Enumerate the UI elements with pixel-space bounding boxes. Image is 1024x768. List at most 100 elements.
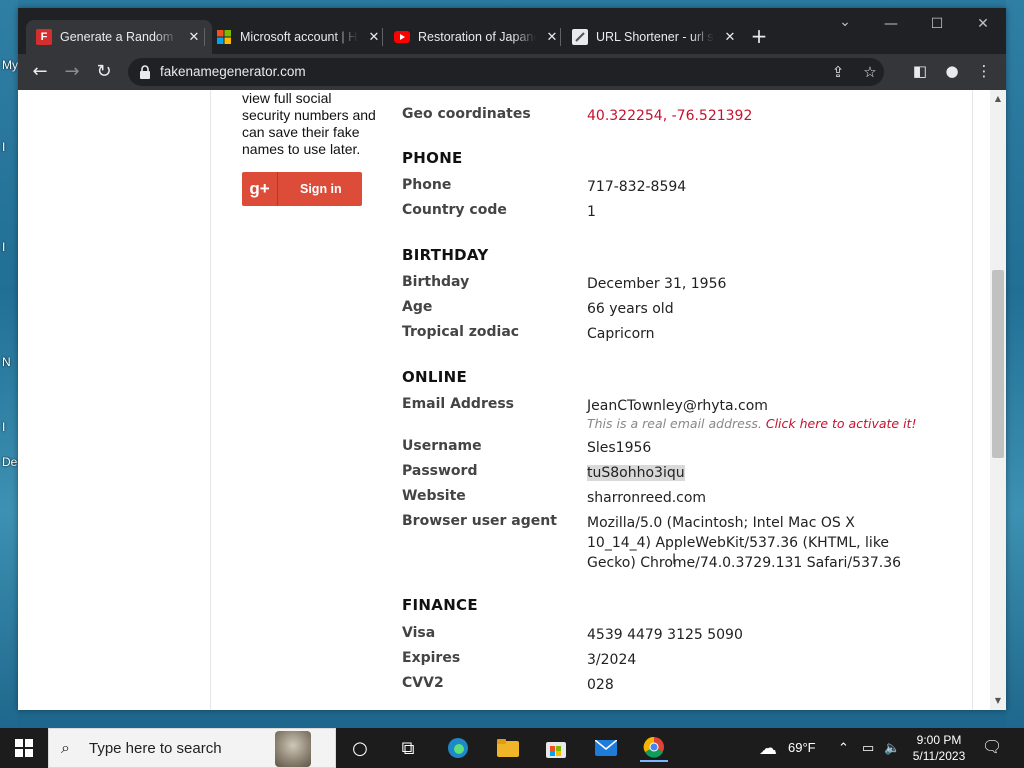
- scroll-thumb[interactable]: [992, 270, 1004, 458]
- tab-separator: [382, 28, 383, 46]
- mail-icon[interactable]: [592, 734, 620, 762]
- tab-search-chevron-icon[interactable]: ⌄: [822, 14, 868, 30]
- address-bar[interactable]: fakenamegenerator.com ⇪ ☆: [128, 58, 884, 86]
- tab-title: Microsoft account | Home: [240, 30, 358, 44]
- side-panel-icon[interactable]: ◧: [910, 62, 930, 80]
- desktop-icon-label[interactable]: I: [2, 420, 5, 434]
- vertical-scrollbar[interactable]: ▲ ▼: [990, 90, 1006, 710]
- start-button[interactable]: [0, 728, 48, 768]
- tab-fake-name-generator[interactable]: F Generate a Random Name - Fake Name Gen…: [26, 20, 212, 54]
- profile-icon[interactable]: ●: [942, 62, 962, 80]
- edge-icon[interactable]: [444, 734, 472, 762]
- activate-email-link[interactable]: Click here to activate it!: [766, 416, 917, 431]
- signin-promo-text: view full social security numbers and ca…: [242, 90, 376, 157]
- field-value: 028: [587, 677, 614, 693]
- desktop-icon-label[interactable]: I: [2, 240, 5, 254]
- windows-logo-icon: [15, 739, 33, 757]
- field-label: Username: [402, 438, 482, 454]
- scroll-down-arrow-icon[interactable]: ▼: [990, 694, 1006, 708]
- desktop-icon-label[interactable]: I: [2, 140, 5, 154]
- field-value: Mozilla/5.0 (Macintosh; Intel Mac OS X 1…: [587, 515, 902, 571]
- section-heading-phone: PHONE: [402, 149, 463, 167]
- tab-close-icon[interactable]: ✕: [366, 29, 382, 45]
- desktop-left-edge: My I I N I De: [0, 0, 18, 728]
- microsoft-favicon-icon: [216, 29, 232, 45]
- desktop-icon-label[interactable]: De: [2, 455, 17, 469]
- forward-arrow-icon[interactable]: →: [60, 60, 84, 84]
- file-explorer-icon[interactable]: [494, 734, 522, 762]
- tab-separator: [204, 28, 205, 46]
- desktop-icon-label[interactable]: My: [2, 58, 18, 72]
- field-label: Geo coordinates: [402, 106, 531, 122]
- field-label: Email Address: [402, 396, 515, 412]
- tab-title: Restoration of Japanese Army: [418, 30, 536, 44]
- password-value[interactable]: tuS8ohho3iqu: [587, 463, 917, 483]
- section-heading-finance: FINANCE: [402, 596, 478, 614]
- field-label: Expires: [402, 650, 461, 666]
- windows-taskbar: ⌕ Type here to search ○ ⧉ ☁ 69°F ⌃ ▭ 🔈 9…: [0, 728, 1024, 768]
- desktop-right-edge: [1006, 0, 1024, 728]
- field-label: Country code: [402, 202, 507, 218]
- section-heading-online: ONLINE: [402, 368, 468, 386]
- field-value: December 31, 1956: [587, 276, 727, 292]
- share-icon[interactable]: ⇪: [828, 63, 848, 81]
- page-content: view full social security numbers and ca…: [18, 90, 990, 710]
- google-plus-icon: g+: [242, 172, 278, 206]
- menu-kebab-icon[interactable]: ⋮: [974, 62, 994, 80]
- field-value: 3/2024: [587, 652, 637, 668]
- column-divider: [972, 90, 973, 710]
- network-icon[interactable]: ▭: [862, 740, 874, 756]
- section-heading-birthday: BIRTHDAY: [402, 246, 489, 264]
- task-view-icon[interactable]: ⧉: [394, 734, 422, 762]
- close-window-button[interactable]: ✕: [960, 16, 1006, 32]
- tab-title: URL Shortener - url shortener: [596, 30, 714, 44]
- field-value: Capricorn: [587, 326, 655, 342]
- desktop-icon-label[interactable]: N: [2, 355, 11, 369]
- email-note: This is a real email address. Click here…: [587, 416, 916, 431]
- youtube-favicon-icon: [394, 29, 410, 45]
- tray-chevron-icon[interactable]: ⌃: [838, 740, 849, 756]
- search-icon: ⌕: [61, 738, 70, 757]
- new-tab-button[interactable]: +: [748, 24, 770, 48]
- text-cursor-icon: I: [672, 552, 677, 568]
- weather-temperature[interactable]: 69°F: [788, 740, 816, 755]
- field-label: Phone: [402, 177, 452, 193]
- microsoft-store-icon[interactable]: [542, 734, 570, 762]
- field-value: 717-832-8594: [587, 179, 687, 195]
- google-signin-button[interactable]: g+ Sign in: [242, 172, 362, 206]
- search-highlight-image[interactable]: [275, 731, 311, 767]
- tab-close-icon[interactable]: ✕: [722, 29, 738, 45]
- field-label: Age: [402, 299, 433, 315]
- tab-close-icon[interactable]: ✕: [544, 29, 560, 45]
- volume-icon[interactable]: 🔈: [884, 740, 900, 756]
- field-value: 4539 4479 3125 5090: [587, 627, 743, 643]
- clock-time: 9:00 PM: [916, 733, 962, 747]
- clock-date: 5/11/2023: [912, 749, 966, 763]
- search-placeholder: Type here to search: [89, 740, 222, 757]
- field-value: sharronreed.com: [587, 490, 707, 506]
- taskbar-search-box[interactable]: ⌕ Type here to search: [48, 728, 336, 768]
- system-clock[interactable]: 9:00 PM 5/11/2023: [908, 732, 970, 764]
- field-value: 66 years old: [587, 301, 674, 317]
- chrome-icon[interactable]: [640, 734, 668, 762]
- cortana-icon[interactable]: ○: [346, 734, 374, 762]
- minimize-button[interactable]: —: [868, 16, 914, 32]
- lock-icon[interactable]: [138, 64, 152, 80]
- reload-icon[interactable]: ↻: [92, 60, 116, 84]
- scroll-up-arrow-icon[interactable]: ▲: [990, 92, 1006, 106]
- tab-close-icon[interactable]: ✕: [186, 29, 202, 45]
- field-label: CVV2: [402, 675, 444, 691]
- notification-icon[interactable]: 🗨: [982, 737, 1002, 757]
- field-label: Website: [402, 488, 466, 504]
- field-label: Browser user agent: [402, 513, 557, 529]
- maximize-button[interactable]: ☐: [914, 16, 960, 32]
- tab-youtube-video[interactable]: Restoration of Japanese Army ✕: [384, 20, 570, 54]
- tab-microsoft-account[interactable]: Microsoft account | Home ✕: [206, 20, 392, 54]
- field-label: Tropical zodiac: [402, 324, 520, 340]
- back-arrow-icon[interactable]: ←: [28, 60, 52, 84]
- weather-cloud-icon[interactable]: ☁: [754, 734, 782, 762]
- tab-url-shortener[interactable]: URL Shortener - url shortener ✕: [562, 20, 748, 54]
- geo-coordinates-link[interactable]: 40.322254, -76.521392: [587, 106, 917, 126]
- bookmark-star-icon[interactable]: ☆: [860, 63, 880, 81]
- fakenamegenerator-favicon-icon: F: [36, 29, 52, 45]
